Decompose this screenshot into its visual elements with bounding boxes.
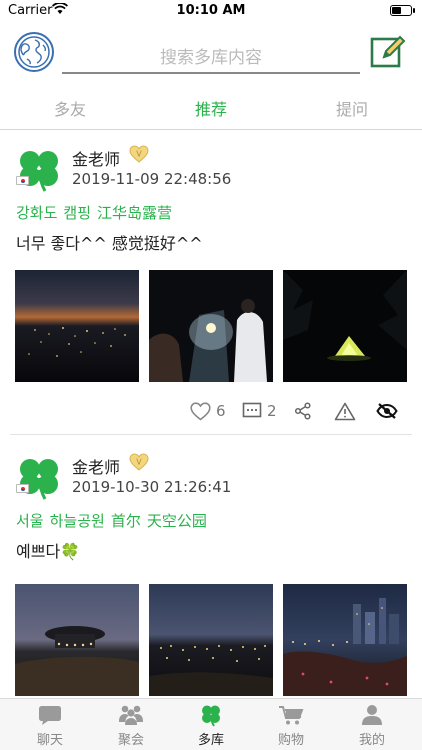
compose-icon bbox=[370, 35, 406, 68]
nav-meetup[interactable]: 聚会 bbox=[101, 703, 161, 748]
warning-icon bbox=[334, 402, 356, 420]
feed-tabs: 多友 推荐 提问 bbox=[0, 88, 422, 130]
eye-slash-icon bbox=[376, 403, 398, 419]
post-photo-camp-lantern[interactable] bbox=[149, 270, 273, 382]
person-icon bbox=[362, 705, 382, 725]
chat-bubble-icon bbox=[39, 706, 61, 725]
post-tag[interactable]: 서울 bbox=[16, 512, 44, 530]
comment-button[interactable]: 2 bbox=[242, 400, 277, 422]
tab-recommended[interactable]: 推荐 bbox=[161, 96, 261, 120]
like-button[interactable]: 6 bbox=[190, 400, 226, 422]
cart-icon bbox=[279, 706, 304, 725]
post-content: 너무 좋다^^ 感觉挺好^^ bbox=[16, 234, 203, 253]
clover-icon bbox=[202, 705, 220, 727]
nav-duoku[interactable]: 多库 bbox=[181, 703, 241, 748]
svg-text:V: V bbox=[136, 458, 142, 467]
post-tag[interactable]: 하늘공원 bbox=[50, 512, 105, 530]
nav-shopping[interactable]: 购物 bbox=[261, 703, 321, 748]
nav-label: 聚会 bbox=[117, 733, 144, 748]
comment-icon bbox=[242, 402, 262, 418]
post-tag[interactable]: 江华岛露营 bbox=[97, 204, 172, 222]
clock: 10:10 AM bbox=[176, 3, 246, 18]
username[interactable]: 金老师 bbox=[72, 454, 120, 478]
post-actions: 6 2 bbox=[0, 396, 422, 426]
post-content: 예쁘다🍀 bbox=[16, 542, 81, 561]
heart-icon bbox=[190, 401, 211, 421]
battery-icon bbox=[390, 5, 415, 16]
post-photo-tent-night[interactable] bbox=[283, 270, 407, 382]
nav-label: 我的 bbox=[358, 733, 385, 748]
share-button[interactable] bbox=[294, 400, 312, 422]
app-screen: Carrier 10:10 AM 多友 推荐 提问 bbox=[0, 0, 422, 750]
post-tag[interactable]: 캠핑 bbox=[63, 204, 91, 222]
globe-icon bbox=[18, 36, 50, 68]
post-tag[interactable]: 首尔 bbox=[111, 512, 141, 530]
hide-button[interactable] bbox=[376, 400, 398, 422]
avatar[interactable] bbox=[14, 452, 64, 502]
post-photo-city-lights[interactable] bbox=[149, 584, 273, 696]
tab-questions[interactable]: 提问 bbox=[302, 96, 402, 120]
username[interactable]: 金老师 bbox=[72, 146, 120, 170]
nav-label: 购物 bbox=[277, 733, 304, 748]
post-photo-sky-park[interactable] bbox=[15, 584, 139, 696]
nav-profile[interactable]: 我的 bbox=[342, 703, 402, 748]
group-icon bbox=[119, 705, 143, 725]
globe-button[interactable] bbox=[14, 32, 54, 72]
report-button[interactable] bbox=[334, 400, 356, 422]
korea-flag-icon bbox=[16, 484, 29, 493]
tab-friends[interactable]: 多友 bbox=[20, 96, 120, 120]
post-divider bbox=[10, 434, 412, 435]
vip-heart-icon: V bbox=[129, 145, 149, 163]
post-timestamp: 2019-11-09 22:48:56 bbox=[72, 170, 232, 188]
post-photo-skyline[interactable] bbox=[283, 584, 407, 696]
like-count: 6 bbox=[216, 402, 226, 420]
nav-label: 聊天 bbox=[36, 733, 63, 748]
comment-count: 2 bbox=[267, 402, 277, 420]
post-timestamp: 2019-10-30 21:26:41 bbox=[72, 478, 232, 496]
search-bar[interactable] bbox=[62, 44, 360, 74]
status-bar: Carrier 10:10 AM bbox=[0, 0, 422, 22]
post-photo-night-city[interactable] bbox=[15, 270, 139, 382]
nav-label: 多库 bbox=[197, 733, 224, 748]
vip-heart-icon: V bbox=[129, 453, 149, 471]
svg-text:V: V bbox=[136, 150, 142, 159]
nav-chat[interactable]: 聊天 bbox=[20, 703, 80, 748]
avatar[interactable] bbox=[14, 144, 64, 194]
search-input[interactable] bbox=[62, 44, 360, 72]
bottom-nav: 聊天 聚会 多库 购物 我的 bbox=[0, 698, 422, 750]
post-tags: 서울 하늘공원 首尔 天空公园 bbox=[16, 510, 213, 531]
post-tags: 강화도 캠핑 江华岛露营 bbox=[16, 202, 178, 223]
share-icon bbox=[294, 402, 311, 420]
compose-button[interactable] bbox=[369, 32, 407, 70]
post-tag[interactable]: 天空公园 bbox=[147, 512, 207, 530]
korea-flag-icon bbox=[16, 176, 29, 185]
post-tag[interactable]: 강화도 bbox=[16, 204, 57, 222]
